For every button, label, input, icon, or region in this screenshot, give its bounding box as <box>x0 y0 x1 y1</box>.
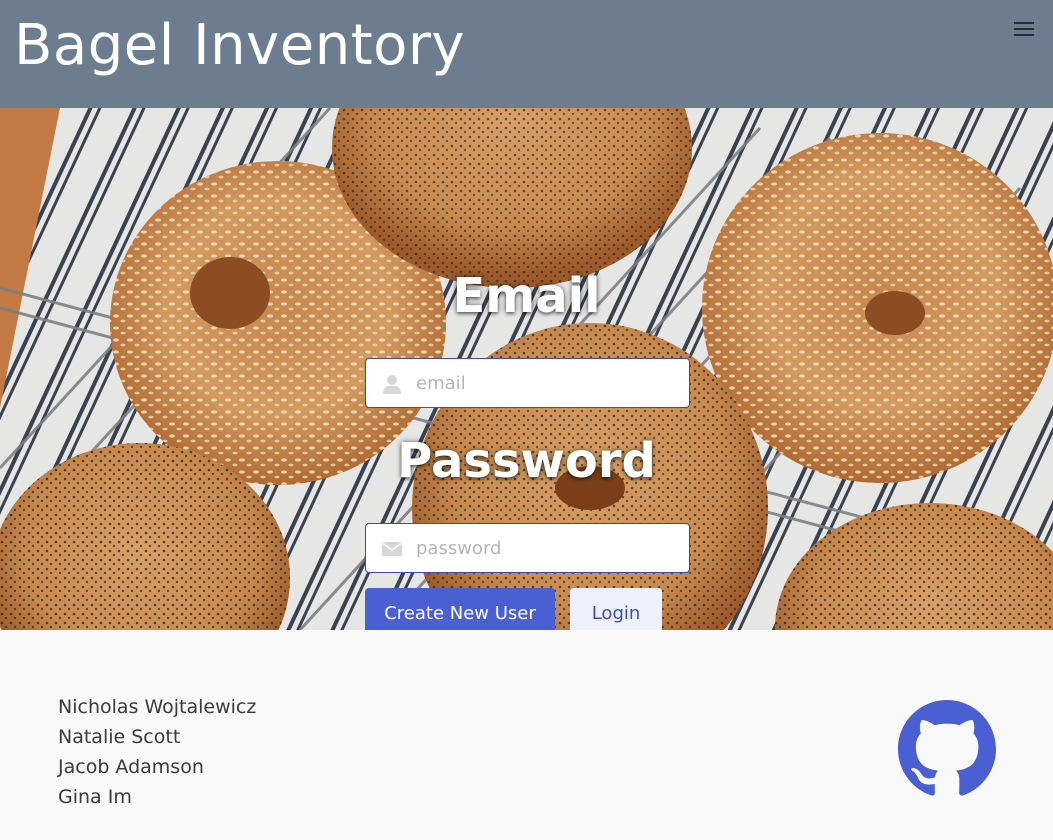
hamburger-menu-icon[interactable] <box>1014 22 1034 36</box>
contributor-name: Gina Im <box>58 786 132 808</box>
user-icon <box>383 375 401 394</box>
email-label: Email <box>452 268 601 324</box>
password-field-wrapper <box>365 523 690 573</box>
password-label: Password <box>397 433 656 489</box>
email-input[interactable] <box>416 359 681 407</box>
email-field-wrapper <box>365 358 690 408</box>
contributor-name: Natalie Scott <box>58 726 181 748</box>
navbar: Bagel Inventory <box>0 0 1053 108</box>
hero-section: Email Password Create New User Login <box>0 108 1053 630</box>
envelope-icon <box>382 542 402 556</box>
app-title[interactable]: Bagel Inventory <box>14 18 465 74</box>
password-input[interactable] <box>416 524 681 572</box>
create-new-user-button[interactable]: Create New User <box>365 588 555 630</box>
login-button[interactable]: Login <box>570 588 662 630</box>
contributor-name: Nicholas Wojtalewicz <box>58 696 257 718</box>
contributor-name: Jacob Adamson <box>58 756 204 778</box>
contributors-list: Nicholas Wojtalewicz Natalie Scott Jacob… <box>58 692 256 812</box>
github-icon[interactable] <box>898 700 996 798</box>
footer: Nicholas Wojtalewicz Natalie Scott Jacob… <box>0 630 1053 840</box>
